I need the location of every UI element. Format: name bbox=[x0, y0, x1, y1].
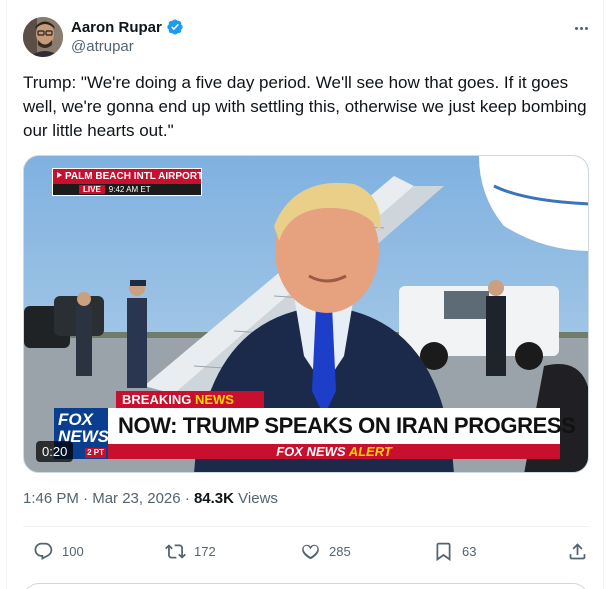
fox-logo-pt: 2 PT bbox=[85, 448, 106, 458]
live-time: 9:42 AM ET bbox=[108, 185, 151, 194]
tweet-card: Aaron Rupar @atrupar Trump: "We're doing… bbox=[6, 0, 604, 589]
share-button[interactable] bbox=[567, 537, 588, 565]
heart-icon bbox=[302, 544, 319, 559]
alert-suffix: ALERT bbox=[348, 444, 392, 459]
repost-button[interactable]: 172 bbox=[165, 537, 216, 565]
more-icon[interactable] bbox=[569, 16, 593, 40]
breaking-prefix: BREAKING bbox=[122, 392, 192, 407]
action-bar: 100 172 285 63 bbox=[23, 537, 589, 565]
like-count: 285 bbox=[329, 543, 351, 559]
views-count: 84.3K bbox=[193, 490, 234, 507]
reply-icon bbox=[34, 542, 53, 560]
fox-logo-text-1: FOX bbox=[58, 410, 93, 429]
fox-news-alert-bar: FOX NEWS ALERT bbox=[108, 444, 560, 459]
location-text: PALM BEACH INTL AIRPORT bbox=[65, 171, 201, 182]
video-player[interactable]: PALM BEACH INTL AIRPORT LIVE 9:42 AM ET B… bbox=[23, 155, 589, 473]
views-label: Views bbox=[238, 490, 278, 507]
live-label: LIVE bbox=[79, 185, 105, 194]
video-headline: NOW: TRUMP SPEAKS ON IRAN PROGRESS bbox=[108, 408, 576, 444]
repost-count: 172 bbox=[194, 543, 216, 559]
repost-icon bbox=[165, 543, 186, 559]
post-time[interactable]: 1:46 PM bbox=[23, 490, 79, 507]
divider bbox=[23, 526, 589, 527]
meta-separator-2: · bbox=[184, 490, 190, 507]
breaking-news-label: BREAKING NEWS bbox=[116, 391, 264, 408]
post-meta: 1:46 PM · Mar 23, 2026 · 84.3K Views bbox=[23, 490, 278, 507]
breaking-suffix: NEWS bbox=[194, 392, 234, 407]
avatar-photo bbox=[23, 17, 63, 57]
tweet-text: Trump: "We're doing a five day period. W… bbox=[23, 73, 587, 140]
meta-separator: · bbox=[83, 490, 89, 507]
bookmark-button[interactable]: 63 bbox=[433, 537, 476, 565]
video-duration: 0:20 bbox=[36, 441, 74, 462]
author-name[interactable]: Aaron Rupar bbox=[71, 19, 162, 36]
reply-button[interactable]: 100 bbox=[33, 537, 84, 565]
alert-prefix: FOX NEWS bbox=[276, 444, 346, 459]
like-button[interactable]: 285 bbox=[300, 537, 351, 565]
post-date[interactable]: Mar 23, 2026 bbox=[92, 490, 180, 507]
location-banner: PALM BEACH INTL AIRPORT LIVE 9:42 AM ET bbox=[52, 168, 202, 196]
share-icon bbox=[569, 542, 586, 559]
reply-composer[interactable] bbox=[23, 583, 589, 589]
author-handle[interactable]: @atrupar bbox=[71, 38, 134, 55]
author-name-row: Aaron Rupar bbox=[71, 17, 184, 37]
bookmark-count: 63 bbox=[462, 543, 477, 559]
bookmark-icon bbox=[436, 542, 451, 561]
verified-badge-icon[interactable] bbox=[166, 18, 184, 36]
avatar[interactable] bbox=[23, 17, 63, 57]
reply-count: 100 bbox=[62, 543, 84, 559]
